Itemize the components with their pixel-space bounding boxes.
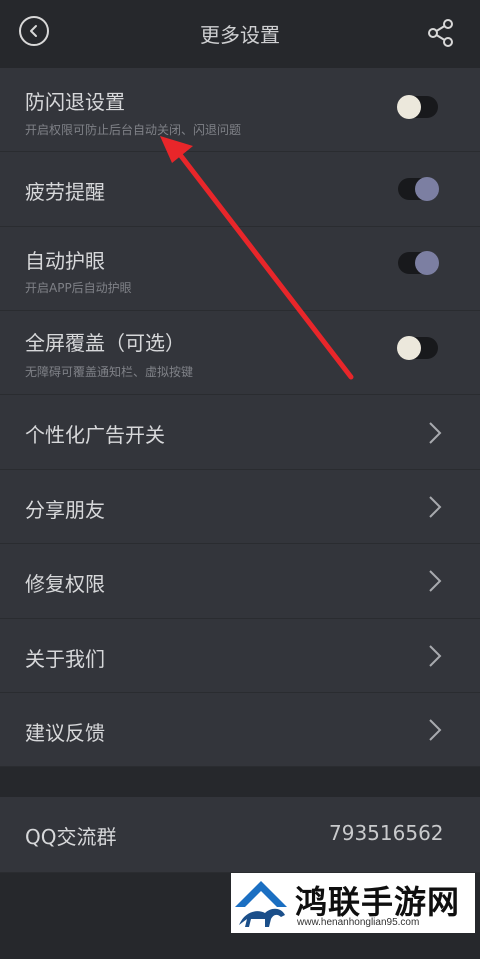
page-title: 更多设置 bbox=[200, 23, 280, 47]
chevron-right-icon bbox=[429, 422, 442, 444]
share-button[interactable] bbox=[427, 18, 455, 48]
auto-eye-care-toggle[interactable] bbox=[398, 251, 439, 275]
watermark: 鸿联手游网 www.henanhonglian95.com bbox=[231, 873, 475, 933]
menu-item-repair-permissions[interactable]: 修复权限 bbox=[0, 544, 480, 619]
fullscreen-overlay-toggle[interactable] bbox=[397, 336, 438, 360]
menu-label: 建议反馈 bbox=[25, 721, 105, 745]
qq-group-row[interactable]: QQ交流群 793516562 bbox=[0, 797, 480, 873]
qq-group-number: 793516562 bbox=[329, 821, 444, 845]
setting-row-anti-crash: 防闪退设置 开启权限可防止后台自动关闭、闪退问题 bbox=[0, 68, 480, 152]
section-gap bbox=[0, 767, 480, 797]
header-bar: 更多设置 bbox=[0, 0, 480, 68]
setting-label: 自动护眼 bbox=[25, 249, 105, 273]
chevron-right-icon bbox=[429, 719, 442, 741]
setting-label: 防闪退设置 bbox=[25, 90, 125, 114]
watermark-url: www.henanhonglian95.com bbox=[297, 917, 420, 928]
qq-group-label: QQ交流群 bbox=[25, 825, 117, 849]
menu-item-feedback[interactable]: 建议反馈 bbox=[0, 693, 480, 767]
toggle-knob bbox=[415, 251, 439, 275]
toggle-knob bbox=[397, 336, 421, 360]
watermark-logo-icon bbox=[231, 873, 291, 933]
anti-crash-toggle[interactable] bbox=[397, 95, 438, 119]
menu-label: 分享朋友 bbox=[25, 498, 105, 522]
menu-label: 修复权限 bbox=[25, 572, 105, 596]
share-icon bbox=[428, 19, 453, 47]
toggle-knob bbox=[415, 177, 439, 201]
menu-item-ads[interactable]: 个性化广告开关 bbox=[0, 395, 480, 470]
setting-subtitle: 无障碍可覆盖通知栏、虚拟按键 bbox=[25, 365, 194, 379]
setting-row-auto-eye-care: 自动护眼 开启APP后自动护眼 bbox=[0, 227, 480, 311]
setting-subtitle: 开启权限可防止后台自动关闭、闪退问题 bbox=[25, 123, 242, 137]
chevron-right-icon bbox=[429, 645, 442, 667]
setting-label: 疲劳提醒 bbox=[25, 180, 105, 204]
menu-item-about-us[interactable]: 关于我们 bbox=[0, 619, 480, 693]
menu-label: 关于我们 bbox=[25, 647, 105, 671]
toggle-knob bbox=[397, 95, 421, 119]
setting-label: 全屏覆盖（可选） bbox=[25, 331, 185, 355]
chevron-right-icon bbox=[429, 570, 442, 592]
menu-item-share-friends[interactable]: 分享朋友 bbox=[0, 470, 480, 544]
menu-label: 个性化广告开关 bbox=[25, 423, 165, 447]
setting-row-fullscreen-overlay: 全屏覆盖（可选） 无障碍可覆盖通知栏、虚拟按键 bbox=[0, 311, 480, 395]
setting-subtitle: 开启APP后自动护眼 bbox=[25, 281, 132, 295]
fatigue-reminder-toggle[interactable] bbox=[398, 177, 439, 201]
chevron-right-icon bbox=[429, 496, 442, 518]
settings-list: 防闪退设置 开启权限可防止后台自动关闭、闪退问题 疲劳提醒 自动护眼 开启APP… bbox=[0, 68, 480, 959]
setting-row-fatigue-reminder: 疲劳提醒 bbox=[0, 152, 480, 227]
